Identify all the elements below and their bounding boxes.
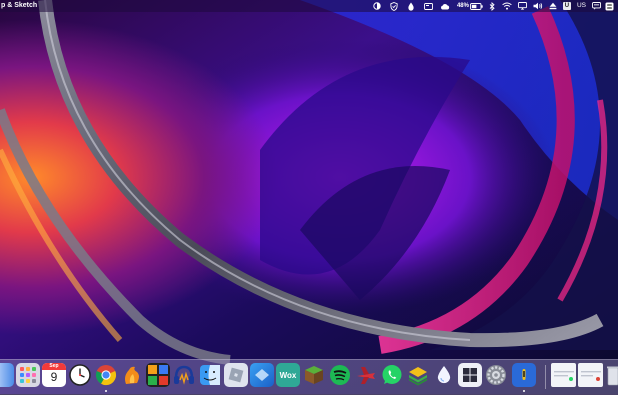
running-indicator (105, 390, 107, 392)
menu-bar: p & Sketch 48% U US (0, 0, 618, 12)
battery-percent: 48% (456, 3, 469, 9)
fl-studio-icon[interactable] (120, 363, 144, 387)
desktop-wallpaper (0, 0, 618, 394)
chat-icon[interactable] (589, 0, 603, 12)
water-drop-icon[interactable] (432, 363, 456, 387)
screenshot-thumbnail-1[interactable] (551, 363, 576, 387)
dock-separator (545, 365, 546, 389)
keyboard-icon[interactable]: U (561, 0, 573, 12)
battery-icon[interactable] (469, 0, 485, 12)
roblox-icon[interactable] (224, 363, 248, 387)
winamp-icon[interactable] (146, 363, 170, 387)
system-preferences-icon[interactable] (484, 363, 508, 387)
trash-icon[interactable] (606, 363, 618, 387)
drop-icon[interactable] (403, 0, 420, 12)
running-indicator (523, 390, 525, 392)
clock-icon[interactable] (68, 363, 92, 387)
calendar-icon[interactable]: Sep 9 (42, 363, 66, 387)
calendar-day: 9 (50, 370, 58, 384)
active-app-name[interactable]: p & Sketch (1, 0, 37, 12)
status-area: 48% U US (369, 0, 615, 12)
launchpad-icon[interactable] (16, 363, 40, 387)
wifi-icon[interactable] (499, 0, 515, 12)
spotify-icon[interactable] (328, 363, 352, 387)
display-icon[interactable] (420, 0, 437, 12)
screen-mirror-icon[interactable] (515, 0, 531, 12)
wox-label: Wox (279, 370, 297, 380)
app-icon[interactable] (512, 363, 536, 387)
calendar-month: Sep (42, 363, 66, 370)
eject-icon[interactable] (546, 0, 561, 12)
screenshot-thumbnail-2[interactable] (578, 363, 603, 387)
whatsapp-icon[interactable] (380, 363, 404, 387)
contrast-icon[interactable] (369, 0, 386, 12)
keyboard-badge: U (562, 2, 571, 10)
control-center-icon[interactable] (603, 0, 615, 12)
input-language[interactable]: US (577, 0, 586, 12)
audacity-icon[interactable] (172, 363, 196, 387)
bluetooth-icon[interactable] (485, 0, 499, 12)
chrome-icon[interactable] (94, 363, 118, 387)
wox-icon[interactable]: Wox (276, 363, 300, 387)
minecraft-icon[interactable] (302, 363, 326, 387)
layers-icon[interactable] (406, 363, 430, 387)
finder-face-icon[interactable] (198, 363, 222, 387)
cloud-icon[interactable] (437, 0, 454, 12)
dock: Sep 9 Wox (0, 359, 618, 395)
sketch-icon[interactable] (250, 363, 274, 387)
finder-icon[interactable] (0, 363, 14, 387)
windows-icon[interactable] (458, 363, 482, 387)
airplane-game-icon[interactable] (354, 363, 378, 387)
shield-icon[interactable] (386, 0, 403, 12)
volume-icon[interactable] (531, 0, 546, 12)
